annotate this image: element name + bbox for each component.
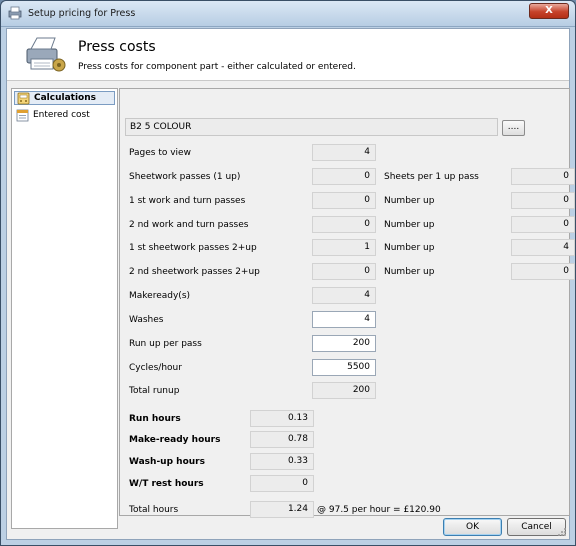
total-hours-label: Total hours (129, 505, 179, 515)
number-up-4-field: 0 (511, 263, 575, 280)
number-up-3-label: Number up (384, 243, 435, 253)
sheetwork-2up-2-label: 2 nd sheetwork passes 2+up (129, 267, 260, 277)
dialog-window: Setup pricing for Press X Press costs Pr… (0, 0, 576, 546)
pages-to-view-label: Pages to view (129, 148, 191, 158)
sidebar: Calculations Entered cost (11, 88, 118, 529)
page-subtitle: Press costs for component part - either … (78, 62, 356, 72)
run-up-per-pass-input[interactable]: 200 (312, 335, 376, 352)
pages-to-view-field: 4 (312, 144, 376, 161)
sheetwork-2up-1-label: 1 st sheetwork passes 2+up (129, 243, 257, 253)
wt-rest-hours-field: 0 (250, 475, 314, 492)
cycles-hour-label: Cycles/hour (129, 363, 182, 373)
number-up-1-field: 0 (511, 192, 575, 209)
cost-summary-text: @ 97.5 per hour = £120.90 (317, 505, 441, 515)
work-turn-1-label: 1 st work and turn passes (129, 196, 246, 206)
run-hours-field: 0.13 (250, 410, 314, 427)
washes-label: Washes (129, 315, 164, 325)
browse-button[interactable]: .... (502, 120, 525, 136)
wt-rest-hours-label: W/T rest hours (129, 479, 204, 489)
press-icon (26, 37, 66, 72)
washes-input[interactable]: 4 (312, 311, 376, 328)
sheets-per-1up-field: 0 (511, 168, 575, 185)
total-hours-field: 1.24 (250, 501, 314, 518)
sheetwork-2up-1-field: 1 (312, 239, 376, 256)
form-icon (16, 109, 29, 122)
close-button[interactable]: X (529, 3, 569, 19)
resize-grip-icon[interactable] (557, 527, 567, 537)
wash-up-hours-label: Wash-up hours (129, 457, 205, 467)
sidebar-item-calculations[interactable]: Calculations (14, 91, 115, 105)
calculations-panel: B2 5 COLOUR .... Pages to view 4 Sheetwo… (119, 88, 575, 518)
sheetwork-2up-2-field: 0 (312, 263, 376, 280)
sheets-per-1up-label: Sheets per 1 up pass (384, 172, 479, 182)
sheetwork-passes-label: Sheetwork passes (1 up) (129, 172, 241, 182)
cycles-hour-input[interactable]: 5500 (312, 359, 376, 376)
ok-button[interactable]: OK (443, 518, 502, 536)
total-runup-field: 200 (312, 382, 376, 399)
make-ready-hours-field: 0.78 (250, 431, 314, 448)
run-up-per-pass-label: Run up per pass (129, 339, 202, 349)
number-up-2-field: 0 (511, 216, 575, 233)
total-runup-label: Total runup (129, 386, 180, 396)
sheetwork-passes-field: 0 (312, 168, 376, 185)
wash-up-hours-field: 0.33 (250, 453, 314, 470)
sidebar-item-label: Entered cost (33, 110, 90, 120)
makereadys-label: Makeready(s) (129, 291, 191, 301)
dialog-header: Press costs Press costs for component pa… (7, 29, 569, 81)
work-turn-2-label: 2 nd work and turn passes (129, 220, 249, 230)
number-up-3-field: 4 (511, 239, 575, 256)
run-hours-label: Run hours (129, 414, 181, 424)
number-up-1-label: Number up (384, 196, 435, 206)
printer-app-icon (8, 6, 22, 20)
title-bar[interactable]: Setup pricing for Press X (1, 1, 575, 27)
sidebar-item-label: Calculations (34, 93, 96, 103)
part-name-field: B2 5 COLOUR (125, 118, 498, 136)
dialog-client: Press costs Press costs for component pa… (6, 28, 575, 540)
number-up-2-label: Number up (384, 220, 435, 230)
window-title: Setup pricing for Press (28, 8, 136, 19)
number-up-4-label: Number up (384, 267, 435, 277)
makereadys-field: 4 (312, 287, 376, 304)
work-turn-2-field: 0 (312, 216, 376, 233)
close-icon: X (545, 5, 553, 16)
sidebar-item-entered-cost[interactable]: Entered cost (14, 109, 115, 123)
work-turn-1-field: 0 (312, 192, 376, 209)
calculator-icon (17, 92, 30, 105)
page-title: Press costs (78, 39, 156, 55)
make-ready-hours-label: Make-ready hours (129, 435, 221, 445)
